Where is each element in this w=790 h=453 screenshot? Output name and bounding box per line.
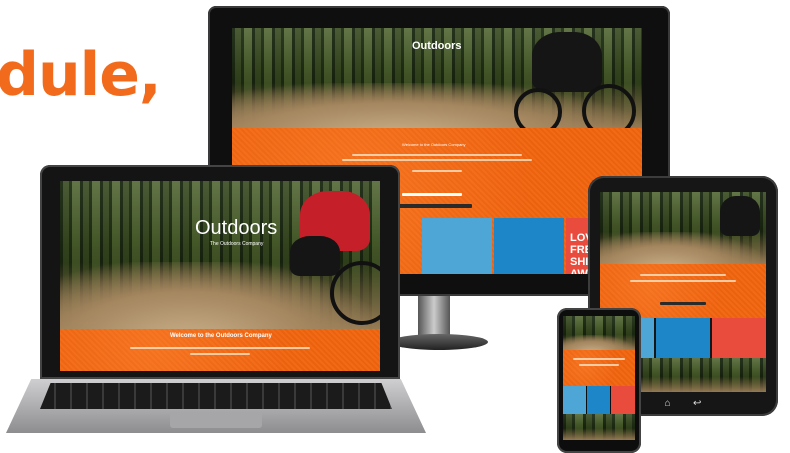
laptop-welcome-band: Welcome to the Outdoors Company	[60, 329, 380, 371]
laptop-screen: Outdoors The Outdoors Company Welcome to…	[60, 181, 380, 371]
smartphone	[557, 308, 641, 453]
monitor-base	[390, 334, 488, 350]
phone-screen	[563, 316, 635, 440]
tablet-hero-image	[600, 192, 766, 264]
site-logo: Outdoors	[412, 40, 462, 52]
headline: dule,	[0, 40, 162, 110]
laptop-logo: Outdoors	[195, 217, 278, 239]
laptop-keyboard	[40, 383, 392, 409]
laptop-trackpad	[170, 412, 262, 428]
laptop-welcome-text: Welcome to the Outdoors Company	[170, 333, 272, 339]
welcome-text: Welcome to the Outdoors Company	[402, 142, 466, 147]
laptop-tagline: The Outdoors Company	[210, 241, 264, 247]
back-icon: ↩	[692, 398, 702, 409]
home-icon: ⌂	[664, 398, 671, 409]
monitor-stand	[418, 296, 450, 338]
laptop: Outdoors The Outdoors Company Welcome to…	[40, 165, 400, 379]
laptop-hero-image	[60, 181, 380, 329]
